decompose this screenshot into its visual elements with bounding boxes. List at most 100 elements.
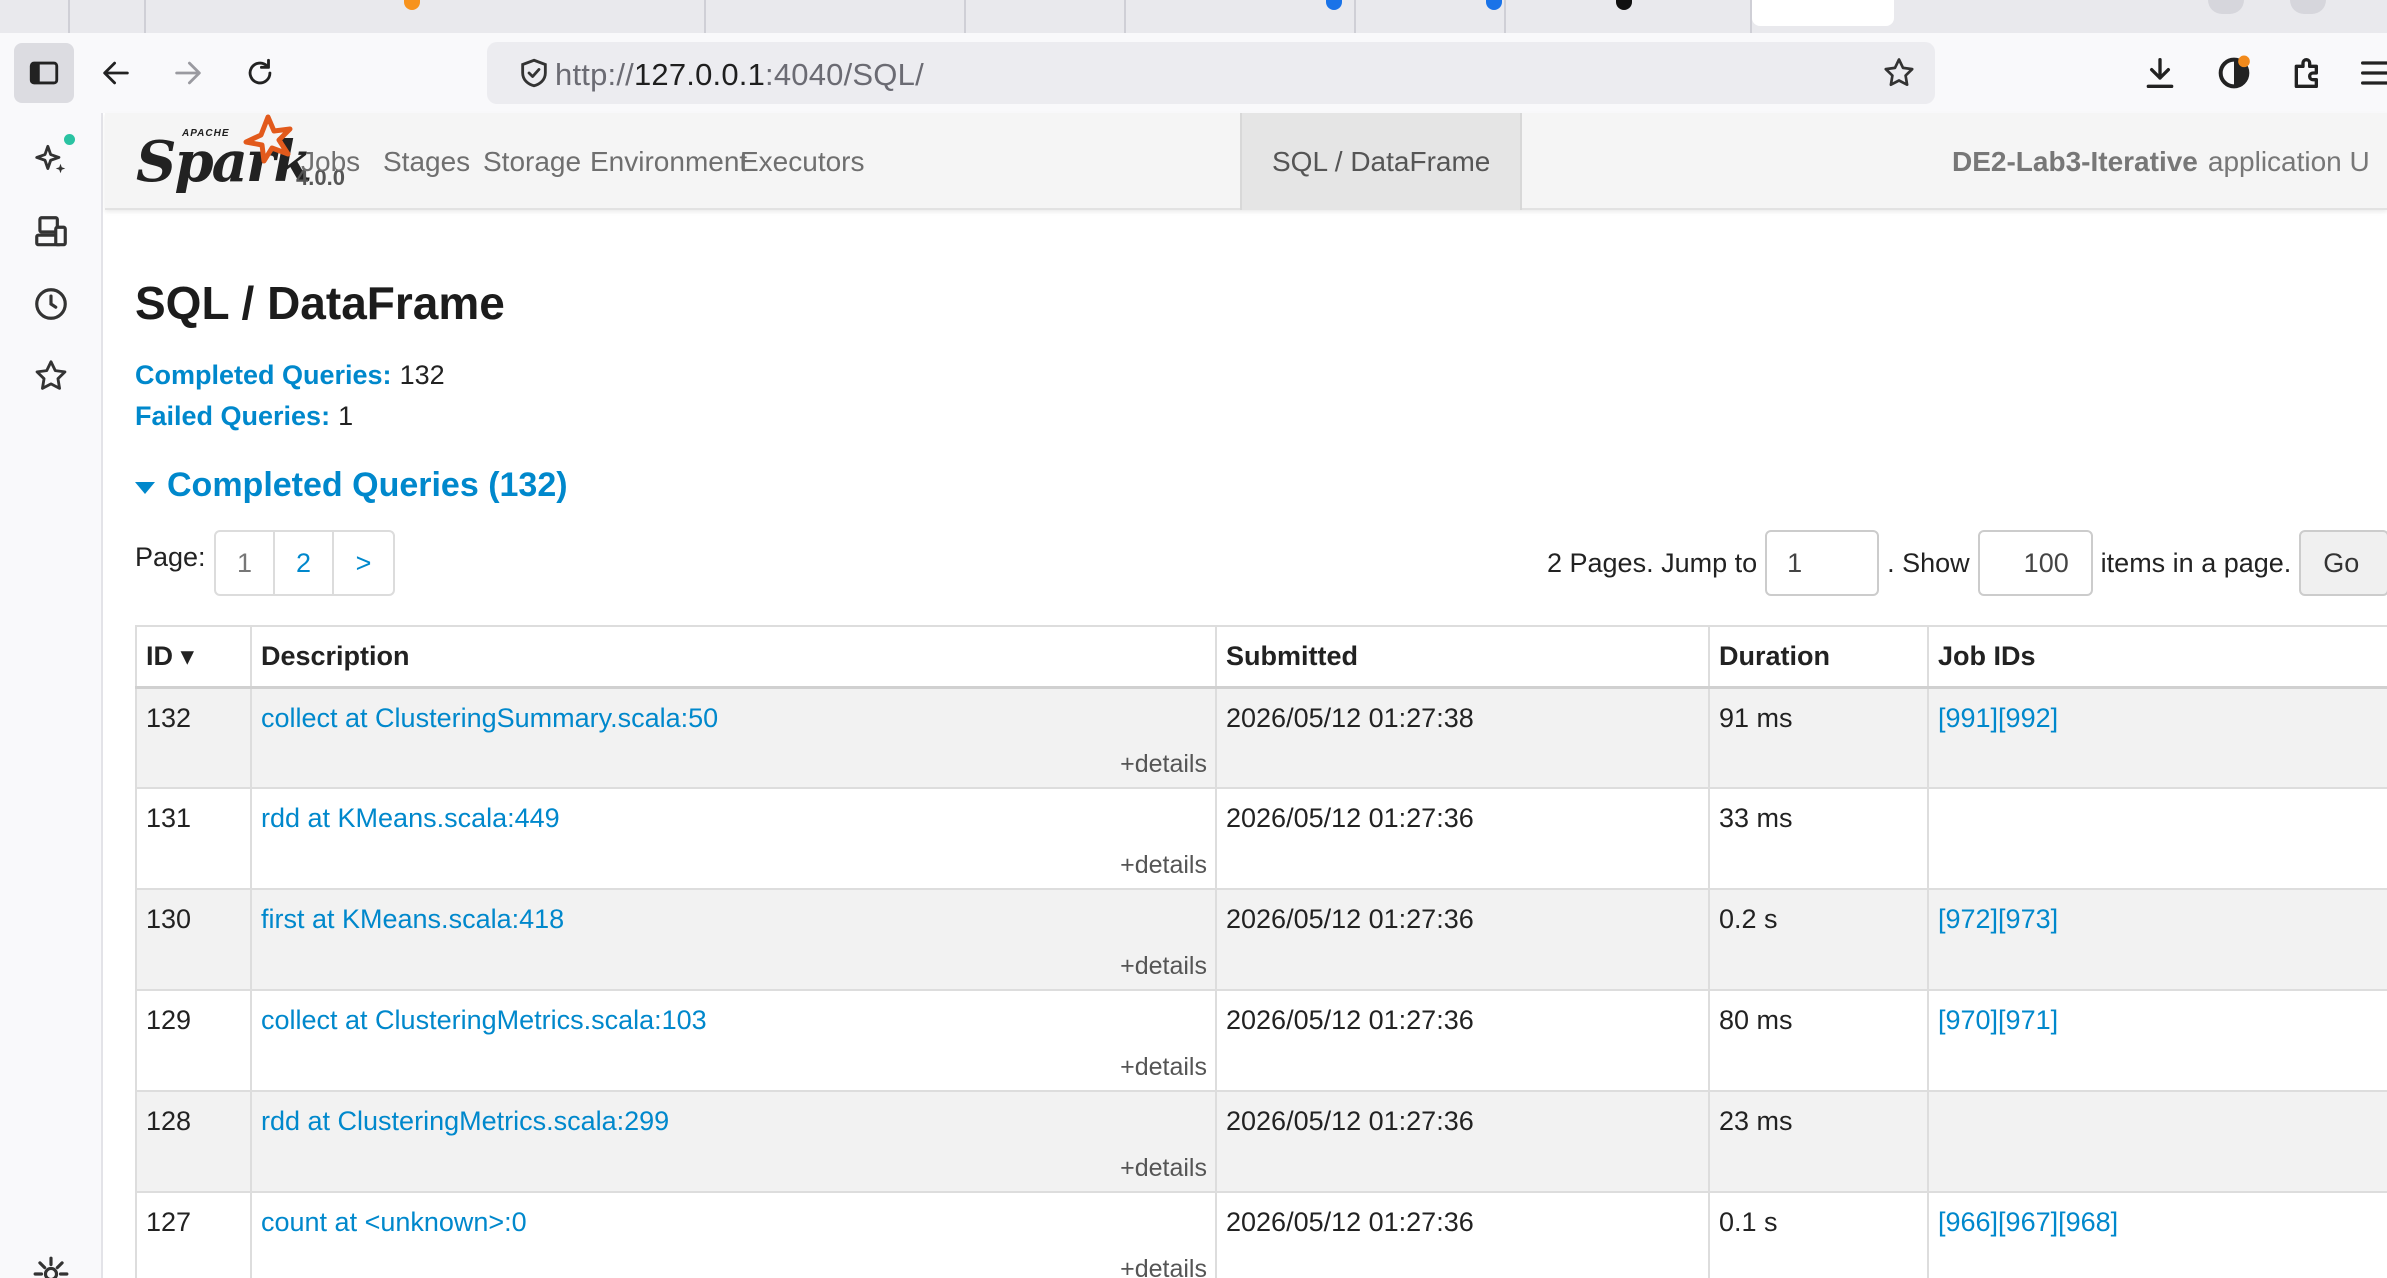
cell-submitted: 2026/05/12 01:27:36 <box>1215 1090 1710 1193</box>
pagination: 1 2 > <box>214 530 395 596</box>
tab-strip-button[interactable] <box>2208 0 2244 14</box>
pages-text: 2 Pages. Jump to <box>1547 547 1758 578</box>
query-description-link[interactable]: first at KMeans.scala:418 <box>261 904 564 934</box>
shield-icon[interactable] <box>517 56 551 90</box>
job-ids-link[interactable]: [970][971] <box>1938 1005 2058 1035</box>
history-clock-icon[interactable] <box>32 285 70 323</box>
cell-duration: 80 ms <box>1708 989 1929 1092</box>
cell-duration: 23 ms <box>1708 1090 1929 1193</box>
extensions-icon[interactable] <box>2288 53 2328 93</box>
cell-id: 131 <box>135 787 252 890</box>
browser-tab[interactable] <box>1126 0 1356 33</box>
cell-submitted: 2026/05/12 01:27:36 <box>1215 989 1710 1092</box>
browser-sidebar <box>0 113 103 1278</box>
browser-tab-active[interactable] <box>1752 0 1894 26</box>
cell-id: 130 <box>135 888 252 991</box>
forward-button[interactable] <box>158 43 218 103</box>
browser-tab[interactable] <box>1506 0 1752 33</box>
job-ids-link[interactable]: [966][967][968] <box>1938 1207 2118 1237</box>
download-icon[interactable] <box>2140 53 2180 93</box>
failed-queries-summary: Failed Queries: 1 <box>135 401 353 432</box>
query-description-link[interactable]: collect at ClusteringSummary.scala:50 <box>261 703 718 733</box>
details-toggle[interactable]: +details <box>1120 1053 1207 1082</box>
page-jump-controls: 2 Pages. Jump to . Show items in a page.… <box>1547 530 2387 596</box>
app-name-bold: DE2-Lab3-Iterative <box>1952 145 2198 177</box>
completed-queries-link[interactable]: Completed Queries: <box>135 360 392 390</box>
arrow-left-icon <box>103 61 129 85</box>
synced-tabs-icon[interactable] <box>32 213 70 251</box>
query-description-link[interactable]: count at <unknown>:0 <box>261 1207 527 1237</box>
go-button[interactable]: Go <box>2299 530 2387 596</box>
cell-id: 129 <box>135 989 252 1092</box>
browser-toolbar: http://127.0.0.1:4040/SQL/ <box>0 33 2387 113</box>
tab-strip-button[interactable] <box>2290 0 2326 14</box>
query-description-link[interactable]: rdd at ClusteringMetrics.scala:299 <box>261 1106 669 1136</box>
completed-queries-section-toggle[interactable]: Completed Queries (132) <box>135 466 568 505</box>
cell-duration: 0.2 s <box>1708 888 1929 991</box>
browser-tab[interactable] <box>966 0 1126 33</box>
ai-sparkle-icon[interactable] <box>32 140 70 178</box>
cell-description: collect at ClusteringMetrics.scala:103 +d… <box>250 989 1217 1092</box>
back-button[interactable] <box>86 43 146 103</box>
reload-button[interactable] <box>230 43 290 103</box>
query-description-link[interactable]: rdd at KMeans.scala:449 <box>261 803 560 833</box>
browser-tab[interactable] <box>706 0 966 33</box>
nav-tab-label: Jobs <box>301 145 361 177</box>
table-row: 132 collect at ClusteringSummary.scala:5… <box>135 686 2387 789</box>
browser-tab[interactable] <box>1356 0 1506 33</box>
sidebar-toggle-button[interactable] <box>14 43 74 103</box>
details-toggle[interactable]: +details <box>1120 750 1207 779</box>
cell-job-ids: [991][992] <box>1927 686 2387 789</box>
bookmark-star-icon[interactable] <box>1881 55 1917 91</box>
cell-duration: 0.1 s <box>1708 1191 1929 1278</box>
details-toggle[interactable]: +details <box>1120 1255 1207 1278</box>
page-link-2[interactable]: 2 <box>275 532 334 594</box>
url-text[interactable]: http://127.0.0.1:4040/SQL/ <box>555 57 924 93</box>
browser-tab[interactable] <box>70 0 146 33</box>
table-header-row: ID ▾ Description Submitted Duration Job … <box>135 625 2387 689</box>
details-toggle[interactable]: +details <box>1120 952 1207 981</box>
column-header-id[interactable]: ID ▾ <box>135 625 252 689</box>
table-row: 131 rdd at KMeans.scala:449 +details 2026… <box>135 787 2387 890</box>
cell-id: 132 <box>135 686 252 789</box>
column-header-duration[interactable]: Duration <box>1708 625 1929 689</box>
page-size-input[interactable] <box>1977 530 2093 596</box>
url-scheme: http:// <box>555 57 634 92</box>
column-header-description[interactable]: Description <box>250 625 1217 689</box>
jump-to-page-input[interactable] <box>1765 530 1880 596</box>
job-ids-link[interactable]: [991][992] <box>1938 703 2058 733</box>
details-toggle[interactable]: +details <box>1120 851 1207 880</box>
query-description-link[interactable]: collect at ClusteringMetrics.scala:103 <box>261 1005 707 1035</box>
sidebar-icon <box>29 61 59 85</box>
browser-tab[interactable] <box>146 0 706 33</box>
page-link-1[interactable]: 1 <box>216 532 275 594</box>
cell-submitted: 2026/05/12 01:27:36 <box>1215 787 1710 890</box>
failed-queries-count: 1 <box>338 401 354 431</box>
nav-tab-sql-dataframe[interactable]: SQL / DataFrame <box>1240 113 1523 210</box>
table-row: 128 rdd at ClusteringMetrics.scala:299 +d… <box>135 1090 2387 1193</box>
menu-icon[interactable] <box>2356 53 2387 93</box>
table-row: 129 collect at ClusteringMetrics.scala:1… <box>135 989 2387 1092</box>
bookmarks-star-icon[interactable] <box>32 357 70 395</box>
cell-submitted: 2026/05/12 01:27:36 <box>1215 888 1710 991</box>
spark-logo[interactable]: APACHE Spark <box>130 113 312 210</box>
nav-tab-label: SQL / DataFrame <box>1272 145 1491 177</box>
column-header-job-ids[interactable]: Job IDs <box>1927 625 2387 689</box>
column-header-submitted[interactable]: Submitted <box>1215 625 1710 689</box>
job-ids-link[interactable]: [972][973] <box>1938 904 2058 934</box>
account-icon[interactable] <box>2214 53 2254 93</box>
cell-duration: 91 ms <box>1708 686 1929 789</box>
page-next-link[interactable]: > <box>334 532 393 594</box>
details-toggle[interactable]: +details <box>1120 1154 1207 1183</box>
browser-tab[interactable] <box>0 0 70 33</box>
failed-queries-link[interactable]: Failed Queries: <box>135 401 330 431</box>
cell-description: first at KMeans.scala:418 +details <box>250 888 1217 991</box>
settings-gear-icon[interactable] <box>32 1255 70 1278</box>
cell-job-ids: [972][973] <box>1927 888 2387 991</box>
reload-icon <box>248 58 272 85</box>
completed-queries-summary: Completed Queries: 132 <box>135 360 445 391</box>
nav-tab-executors[interactable]: Executors <box>710 113 895 210</box>
tab-favicon-icon <box>1326 0 1342 10</box>
address-bar[interactable]: http://127.0.0.1:4040/SQL/ <box>487 42 1935 104</box>
cell-description: collect at ClusteringSummary.scala:50 +de… <box>250 686 1217 789</box>
